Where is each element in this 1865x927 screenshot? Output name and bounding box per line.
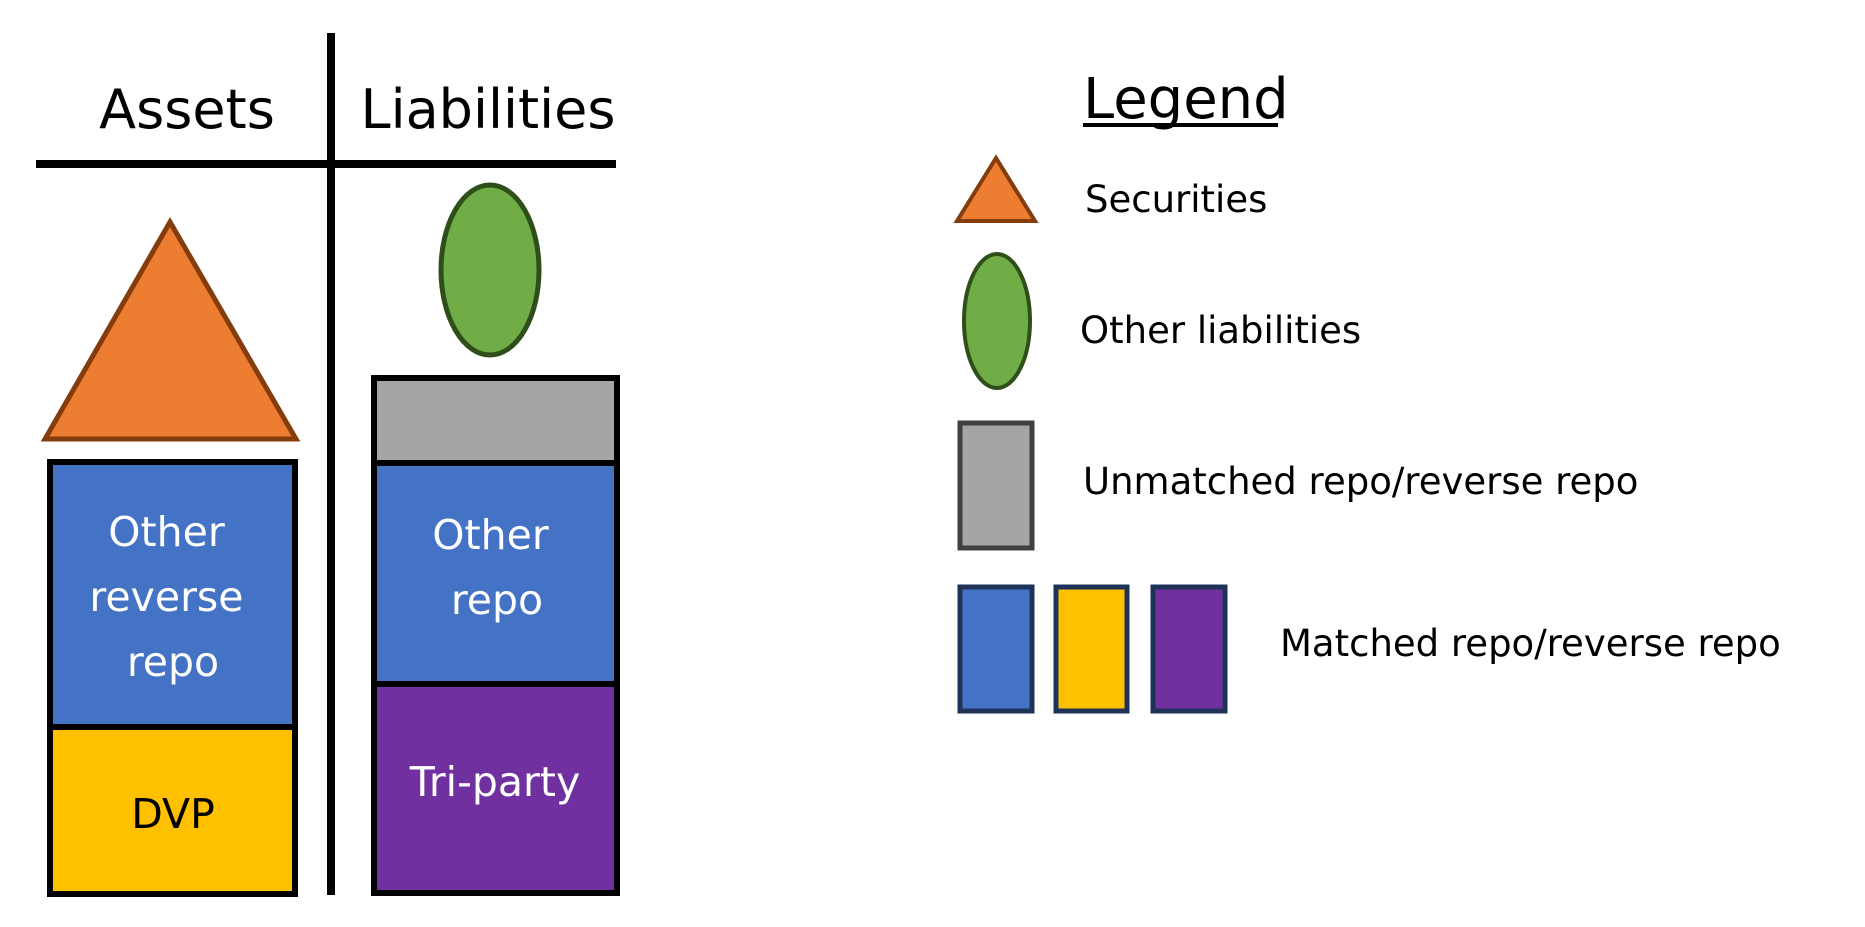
legend-other-liabilities-icon <box>962 252 1032 390</box>
other-repo-block <box>371 460 620 687</box>
legend-matched-yellow-icon <box>1053 584 1130 714</box>
legend-securities-label: Securities <box>1085 178 1267 221</box>
unmatched-repo-block <box>371 375 620 466</box>
liabilities-header: Liabilities <box>361 78 616 141</box>
dvp-label: DVP <box>131 790 215 838</box>
legend-matched-purple-icon <box>1150 584 1228 714</box>
tri-party-label: Tri-party <box>409 758 580 806</box>
legend-matched-label: Matched repo/reverse repo <box>1280 622 1781 665</box>
legend-other-liabilities-label: Other liabilities <box>1080 309 1361 352</box>
legend-securities-icon <box>953 154 1039 223</box>
assets-header: Assets <box>99 78 275 141</box>
repo-balance-sheet-diagram: Assets Liabilities Other reverse repo DV… <box>36 33 1781 897</box>
securities-triangle <box>40 217 301 442</box>
legend-matched-blue-icon <box>957 584 1035 714</box>
legend-unmatched-icon <box>957 420 1035 551</box>
legend-unmatched-label: Unmatched repo/reverse repo <box>1083 460 1638 503</box>
other-liabilities-ellipse <box>438 182 542 358</box>
legend-title: Legend <box>1083 67 1289 132</box>
